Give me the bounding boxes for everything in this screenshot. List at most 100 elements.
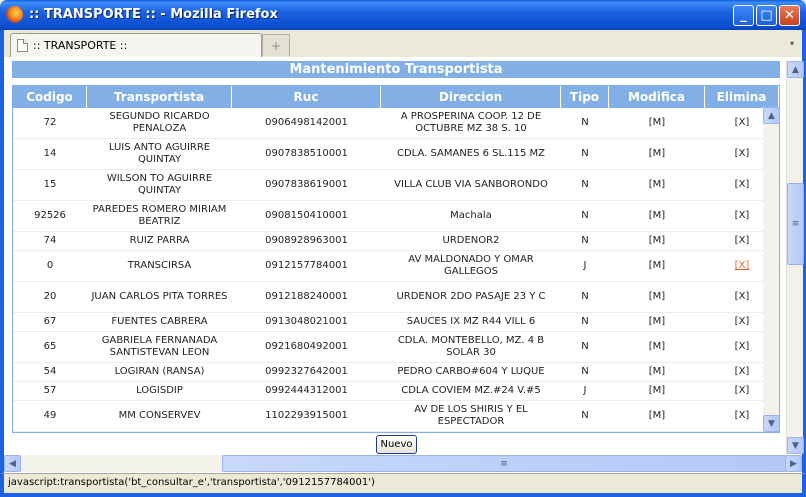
cell-transportista: MM CONSERVEV [118, 410, 201, 421]
cell-modifica: [M] [609, 282, 705, 312]
table-scrollbar[interactable]: ▲ ▼ [763, 107, 780, 432]
elimina-link[interactable]: [X] [735, 366, 750, 378]
column-header-direccion: Direccion [381, 86, 561, 108]
table-row: 92526 PAREDES ROMERO MIRIAM BEATRIZ 090815… [13, 201, 763, 232]
cell-modifica: [M] [609, 332, 705, 362]
nuevo-button[interactable]: Nuevo [376, 435, 417, 454]
elimina-link[interactable]: [X] [735, 291, 750, 303]
cell-direccion: A PROSPERINA COOP. 12 DE OCTUBRE MZ 38 S… [400, 111, 542, 134]
cell-direccion: SAUCES IX MZ R44 VILL 6 [406, 316, 536, 327]
cell-modifica: [M] [609, 232, 705, 250]
modifica-link[interactable]: [M] [649, 341, 665, 353]
elimina-link[interactable]: [X] [735, 235, 750, 247]
scroll-up-icon[interactable]: ▲ [763, 107, 780, 124]
page-scroll-up-icon[interactable]: ▲ [787, 61, 804, 78]
modifica-link[interactable]: [M] [649, 260, 665, 272]
window-titlebar[interactable]: :: TRANSPORTE :: - Mozilla Firefox _ □ ✕ [0, 0, 806, 30]
cell-transportista: WILSON TO AGUIRRE QUINTAY [106, 173, 213, 196]
horizontal-scrollbar[interactable]: ◀ ≡ ▶ [4, 455, 802, 472]
cell-direccion: URDENOR 2DO PASAJE 23 Y C [396, 291, 546, 302]
cell-codigo: 54 [43, 366, 57, 377]
cell-direccion: CDLA COVIEM MZ.#24 V.#5 [401, 385, 541, 396]
cell-modifica: [M] [609, 363, 705, 381]
cell-tipo: N [581, 410, 589, 421]
page-icon [17, 39, 28, 52]
cell-ruc: 0912188240001 [265, 291, 348, 302]
cell-codigo: 49 [43, 410, 57, 421]
elimina-link[interactable]: [X] [735, 341, 750, 353]
cell-ruc: 0906498142001 [265, 117, 348, 128]
cell-transportista: LUIS ANTO AGUIRRE QUINTAY [108, 142, 211, 165]
cell-codigo: 57 [43, 385, 57, 396]
cell-modifica: [M] [609, 382, 705, 400]
column-header-transportista: Transportista [87, 86, 232, 108]
tab-list-icon[interactable]: ▾ [786, 37, 798, 49]
cell-codigo: 67 [43, 316, 57, 327]
cell-transportista: LOGIRAN (RANSA) [114, 366, 205, 377]
elimina-link[interactable]: [X] [735, 410, 750, 422]
elimina-link[interactable]: [X] [735, 148, 750, 160]
table-row: 0 TRANSCIRSA 0912157784001 AV MALDONADO Y O… [13, 251, 763, 282]
table-row: 74 RUIZ PARRA 0908928963001 URDENOR2 N [M] [X] [13, 232, 763, 251]
hthumb-grip-icon: ≡ [500, 458, 508, 469]
modifica-link[interactable]: [M] [649, 117, 665, 129]
close-button[interactable]: ✕ [779, 5, 800, 26]
cell-modifica: [M] [609, 251, 705, 281]
modifica-link[interactable]: [M] [649, 316, 665, 328]
column-header-codigo: Codigo [13, 86, 87, 108]
horizontal-scroll-thumb[interactable]: ≡ [222, 455, 786, 472]
modifica-link[interactable]: [M] [649, 210, 665, 222]
cell-ruc: 0908928963001 [265, 235, 348, 246]
new-tab-button[interactable]: + [262, 34, 290, 56]
elimina-link[interactable]: [X] [735, 117, 750, 129]
cell-codigo: 15 [43, 179, 57, 190]
cell-transportista: SEGUNDO RICARDO PENALOZA [109, 111, 210, 134]
page-scroll-down-icon[interactable]: ▼ [787, 437, 804, 454]
minimize-button[interactable]: _ [733, 5, 754, 26]
table-row: 20 JUAN CARLOS PITA TORRES 0912188240001 UR… [13, 282, 763, 313]
cell-codigo: 65 [43, 341, 57, 352]
scroll-down-icon[interactable]: ▼ [763, 415, 780, 432]
modifica-link[interactable]: [M] [649, 410, 665, 422]
status-bar: javascript:transportista('bt_consultar_e… [0, 473, 806, 497]
column-header-elimina: Elimina [705, 86, 779, 108]
cell-tipo: N [581, 316, 589, 327]
modifica-link[interactable]: [M] [649, 235, 665, 247]
table-row: 67 FUENTES CABRERA 0913048021001 SAUCES IX … [13, 313, 763, 332]
modifica-link[interactable]: [M] [649, 366, 665, 378]
elimina-link[interactable]: [X] [735, 179, 750, 191]
cell-direccion: PEDRO CARBO#604 Y LUQUE [397, 366, 545, 377]
cell-modifica: [M] [609, 401, 705, 431]
elimina-link[interactable]: [X] [735, 385, 750, 397]
cell-transportista: FUENTES CABRERA [111, 316, 208, 327]
elimina-link[interactable]: [X] [735, 316, 750, 328]
column-header-modifica: Modifica [609, 86, 705, 108]
cell-ruc: 0908150410001 [265, 210, 348, 221]
table-row: 15 WILSON TO AGUIRRE QUINTAY 0907838619001… [13, 170, 763, 201]
cell-ruc: 1102293915001 [265, 410, 348, 421]
cell-modifica: [M] [609, 108, 705, 138]
cell-tipo: N [581, 341, 589, 352]
cell-tipo: N [581, 148, 589, 159]
status-text: javascript:transportista('bt_consultar_e… [8, 477, 375, 488]
table-row: 14 LUIS ANTO AGUIRRE QUINTAY 0907838510001… [13, 139, 763, 170]
maximize-button[interactable]: □ [756, 5, 777, 26]
cell-transportista: PAREDES ROMERO MIRIAM BEATRIZ [92, 204, 227, 227]
modifica-link[interactable]: [M] [649, 385, 665, 397]
elimina-link[interactable]: [X] [735, 210, 750, 222]
cell-direccion: VILLA CLUB VIA SANBORONDO [394, 179, 548, 190]
modifica-link[interactable]: [M] [649, 291, 665, 303]
modifica-link[interactable]: [M] [649, 179, 665, 191]
page-scrollbar[interactable]: ▲ ≡ ▼ [786, 61, 804, 454]
elimina-link[interactable]: [X] [735, 260, 750, 272]
cell-codigo: 72 [43, 117, 57, 128]
scroll-left-icon[interactable]: ◀ [4, 455, 21, 472]
tab-transporte[interactable]: :: TRANSPORTE :: [10, 33, 262, 57]
cell-tipo: N [581, 117, 589, 128]
page-scroll-thumb[interactable]: ≡ [787, 183, 804, 265]
scroll-right-icon[interactable]: ▶ [785, 455, 802, 472]
cell-ruc: 0913048021001 [265, 316, 348, 327]
cell-ruc: 0921680492001 [265, 341, 348, 352]
modifica-link[interactable]: [M] [649, 148, 665, 160]
cell-codigo: 0 [46, 260, 54, 271]
